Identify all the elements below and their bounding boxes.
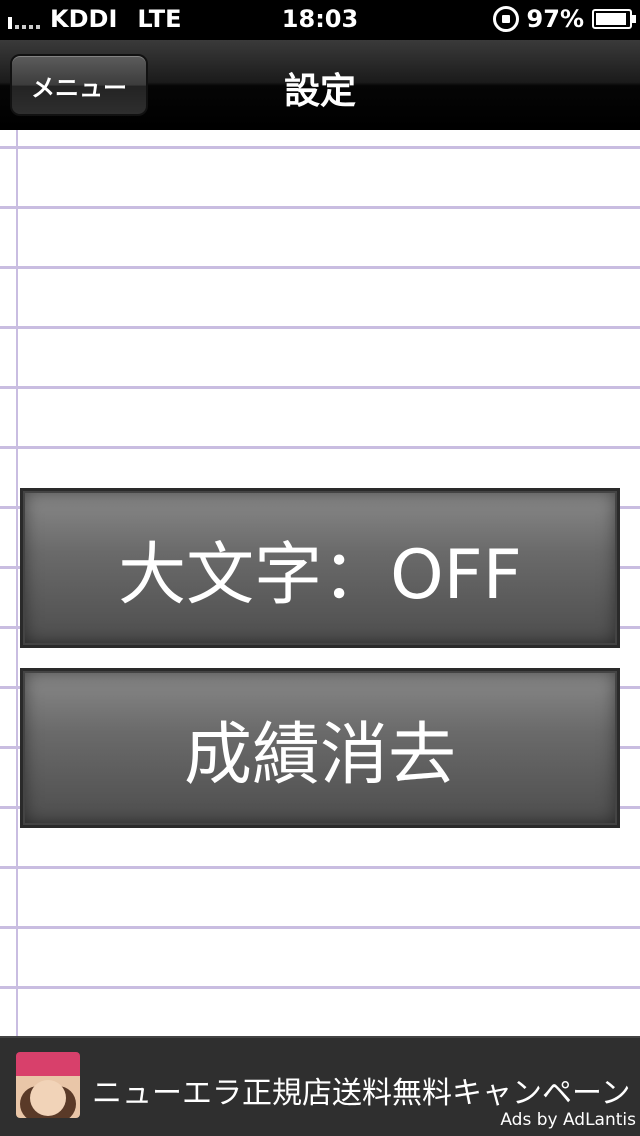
nav-bar: メニュー 設定	[0, 40, 640, 130]
ad-credit: Ads by AdLantis	[500, 1110, 636, 1130]
status-right: 97%	[492, 5, 636, 33]
rotation-lock-icon	[492, 6, 519, 32]
status-bar: KDDI LTE 18:03 97%	[0, 0, 640, 40]
large-text-toggle-button[interactable]: 大文字：OFF	[20, 488, 620, 648]
ad-thumbnail-image	[16, 1052, 80, 1118]
paper-margin-line	[16, 130, 18, 1036]
page-title: 設定	[283, 71, 356, 112]
ad-text: ニューエラ正規店送料無料キャンペーン	[92, 1076, 631, 1111]
battery-percentage: 97%	[526, 5, 584, 33]
ad-banner[interactable]: ニューエラ正規店送料無料キャンペーン Ads by AdLantis	[0, 1036, 640, 1136]
clear-scores-button[interactable]: 成績消去	[20, 668, 620, 828]
battery-icon	[592, 9, 636, 29]
